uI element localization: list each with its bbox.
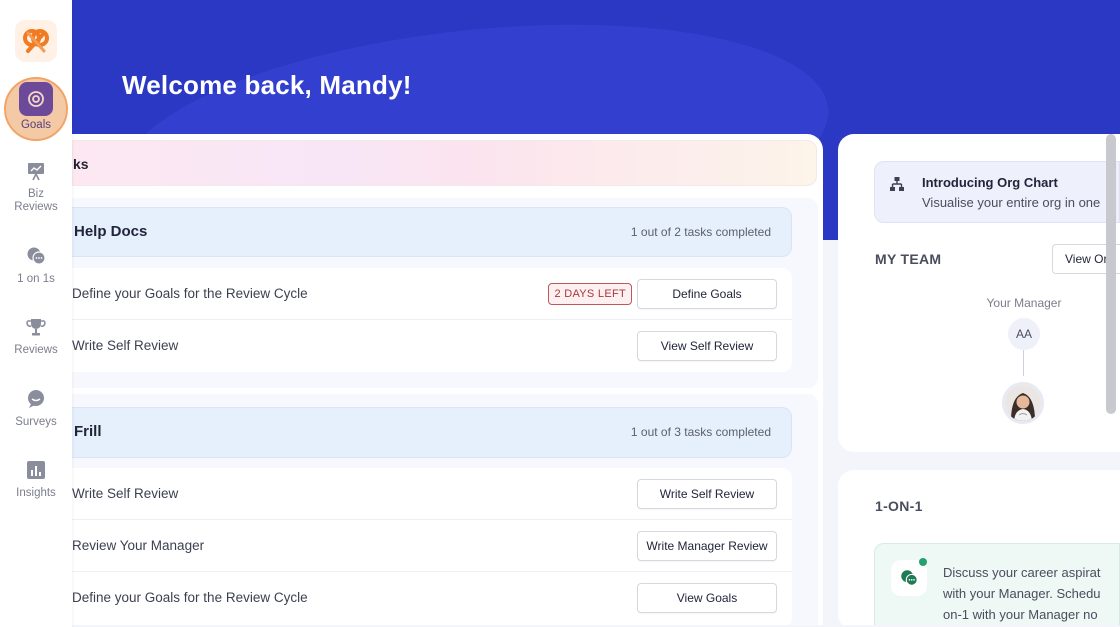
sidebar-item-label: Biz Reviews: [14, 188, 58, 213]
task-group-header[interactable]: Frill 1 out of 3 tasks completed: [72, 407, 792, 458]
tasks-banner: ks: [72, 140, 817, 186]
task-row: Define your Goals for the Review Cycle 2…: [72, 268, 792, 320]
bar-chart-icon: [27, 461, 45, 479]
org-chart-subtitle: Visualise your entire org in one: [922, 195, 1101, 210]
manager-label: Your Manager: [986, 296, 1062, 310]
deadline-badge: 2 DAYS LEFT: [548, 283, 632, 305]
sidebar-item-label: Insights: [16, 487, 56, 499]
task-label: Write Self Review: [72, 338, 179, 353]
sidebar-item-surveys[interactable]: Surveys: [0, 388, 72, 429]
chat-bubbles-icon: [27, 247, 46, 265]
task-group-title: Help Docs: [74, 223, 148, 240]
write-self-review-button[interactable]: Write Self Review: [637, 479, 777, 509]
page-scrollbar[interactable]: [1106, 134, 1116, 414]
sidebar-item-1on1s[interactable]: 1 on 1s: [0, 245, 72, 286]
sidebar-item-goals[interactable]: [19, 82, 53, 116]
task-label: Review Your Manager: [72, 538, 205, 553]
sidebar-item-insights[interactable]: Insights: [0, 459, 72, 500]
manager-avatar[interactable]: AA: [1008, 318, 1040, 350]
task-label: Define your Goals for the Review Cycle: [72, 286, 308, 301]
survey-bubble-icon: [28, 390, 44, 408]
tasks-banner-title: ks: [73, 156, 89, 172]
view-goals-button[interactable]: View Goals: [637, 583, 777, 613]
description-line: on-1 with your Manager no: [943, 607, 1098, 622]
description-line: with your Manager. Schedu: [943, 586, 1101, 601]
task-row: Write Self Review Write Self Review: [72, 468, 792, 520]
chat-bubbles-icon: [901, 570, 918, 586]
task-group-count: 1 out of 2 tasks completed: [630, 225, 771, 239]
avatar[interactable]: [1002, 382, 1044, 424]
sidebar-item-label: Goals: [20, 119, 52, 131]
task-group-header[interactable]: Help Docs 1 out of 2 tasks completed: [72, 207, 792, 257]
status-dot: [919, 558, 927, 566]
task-label: Write Self Review: [72, 486, 179, 501]
org-connector: [1023, 350, 1024, 376]
sidebar-item-reviews[interactable]: Reviews: [0, 316, 72, 357]
task-label: Define your Goals for the Review Cycle: [72, 590, 308, 605]
welcome-heading: Welcome back, Mandy!: [122, 70, 412, 100]
write-manager-review-button[interactable]: Write Manager Review: [637, 531, 777, 561]
org-chart-banner[interactable]: Introducing Org Chart Visualise your ent…: [874, 161, 1120, 223]
task-row: Review Your Manager Write Manager Review: [72, 520, 792, 572]
one-on-one-prompt[interactable]: Discuss your career aspirat with your Ma…: [874, 543, 1120, 627]
pretzel-logo-icon: [23, 29, 49, 53]
task-row: Write Self Review View Self Review: [72, 320, 792, 372]
one-on-one-description: Discuss your career aspirat with your Ma…: [943, 562, 1119, 625]
sidebar-item-label: 1 on 1s: [17, 273, 55, 285]
task-group-count: 1 out of 3 tasks completed: [630, 425, 771, 439]
app-logo[interactable]: [15, 20, 57, 62]
org-chart-title: Introducing Org Chart: [922, 175, 1058, 190]
target-icon: [28, 91, 44, 107]
task-group-title: Frill: [74, 423, 102, 440]
sidebar-item-label: Surveys: [15, 416, 57, 428]
one-on-one-title: 1-ON-1: [875, 498, 923, 514]
sidebar-item-label: Reviews: [14, 344, 58, 356]
task-list: Define your Goals for the Review Cycle 2…: [72, 268, 792, 372]
view-self-review-button[interactable]: View Self Review: [637, 331, 777, 361]
my-team-title: MY TEAM: [875, 251, 942, 267]
sidebar-item-biz-reviews[interactable]: Biz Reviews: [0, 160, 72, 214]
define-goals-button[interactable]: Define Goals: [637, 279, 777, 309]
trophy-icon: [26, 319, 46, 336]
task-row: Define your Goals for the Review Cycle V…: [72, 572, 792, 624]
sidebar: Goals Biz Reviews 1 on 1s Reviews Survey…: [0, 0, 72, 627]
org-chart-icon: [890, 177, 904, 191]
presentation-chart-icon: [28, 163, 44, 181]
task-list: Write Self Review Write Self Review Revi…: [72, 468, 792, 627]
description-line: Discuss your career aspirat: [943, 565, 1101, 580]
user-photo-icon: [1005, 385, 1041, 421]
